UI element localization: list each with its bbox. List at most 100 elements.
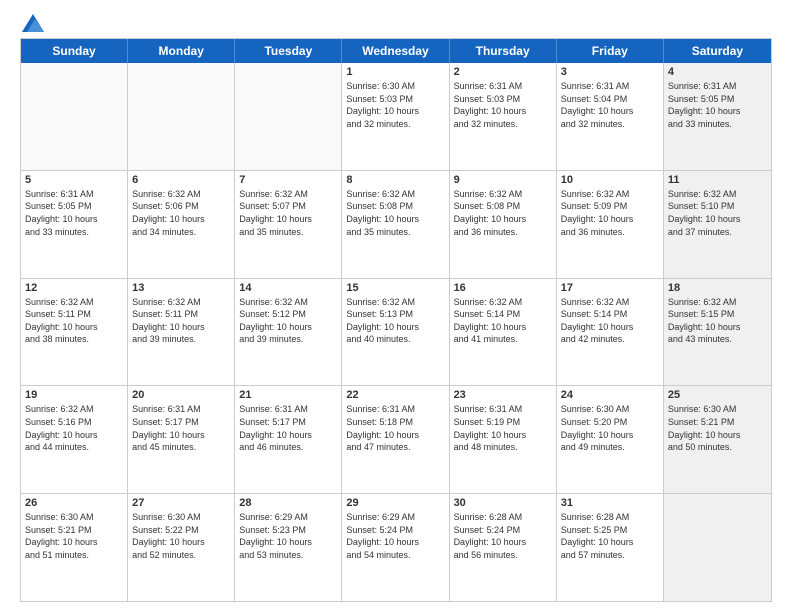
day-number: 7 <box>239 174 337 186</box>
day-header-monday: Monday <box>128 39 235 63</box>
day-number: 11 <box>668 174 767 186</box>
day-cell <box>21 63 128 170</box>
day-cell: 4Sunrise: 6:31 AM Sunset: 5:05 PM Daylig… <box>664 63 771 170</box>
day-number: 18 <box>668 282 767 294</box>
day-info: Sunrise: 6:30 AM Sunset: 5:21 PM Dayligh… <box>668 403 767 453</box>
day-info: Sunrise: 6:31 AM Sunset: 5:19 PM Dayligh… <box>454 403 552 453</box>
day-number: 22 <box>346 389 444 401</box>
day-header-thursday: Thursday <box>450 39 557 63</box>
day-number: 17 <box>561 282 659 294</box>
day-number: 9 <box>454 174 552 186</box>
day-info: Sunrise: 6:32 AM Sunset: 5:09 PM Dayligh… <box>561 188 659 238</box>
day-header-wednesday: Wednesday <box>342 39 449 63</box>
week-row-4: 19 Sunrise: 6:32 AM Sunset: 5:16 PM Dayli… <box>21 386 771 494</box>
day-cell: 25 Sunrise: 6:30 AM Sunset: 5:21 PM Dayli… <box>664 386 771 493</box>
day-number: 25 <box>668 389 767 401</box>
day-info: Sunrise: 6:32 AM Sunset: 5:11 PM Dayligh… <box>132 296 230 346</box>
day-info: Sunrise: 6:28 AM Sunset: 5:25 PM Dayligh… <box>561 511 659 561</box>
day-cell: 10Sunrise: 6:32 AM Sunset: 5:09 PM Dayli… <box>557 171 664 278</box>
day-info: Sunrise: 6:32 AM Sunset: 5:07 PM Dayligh… <box>239 188 337 238</box>
day-cell: 7 Sunrise: 6:32 AM Sunset: 5:07 PM Daylig… <box>235 171 342 278</box>
day-number: 27 <box>132 497 230 509</box>
day-number: 3 <box>561 66 659 78</box>
day-number: 14 <box>239 282 337 294</box>
day-cell: 13 Sunrise: 6:32 AM Sunset: 5:11 PM Dayli… <box>128 279 235 386</box>
day-info: Sunrise: 6:32 AM Sunset: 5:11 PM Dayligh… <box>25 296 123 346</box>
day-number: 16 <box>454 282 552 294</box>
day-cell: 23 Sunrise: 6:31 AM Sunset: 5:19 PM Dayli… <box>450 386 557 493</box>
day-number: 21 <box>239 389 337 401</box>
week-row-1: 1Sunrise: 6:30 AM Sunset: 5:03 PM Daylig… <box>21 63 771 171</box>
day-cell: 19 Sunrise: 6:32 AM Sunset: 5:16 PM Dayli… <box>21 386 128 493</box>
week-row-2: 5 Sunrise: 6:31 AM Sunset: 5:05 PM Daylig… <box>21 171 771 279</box>
day-cell: 22Sunrise: 6:31 AM Sunset: 5:18 PM Dayli… <box>342 386 449 493</box>
day-info: Sunrise: 6:32 AM Sunset: 5:14 PM Dayligh… <box>454 296 552 346</box>
day-cell: 1Sunrise: 6:30 AM Sunset: 5:03 PM Daylig… <box>342 63 449 170</box>
day-number: 26 <box>25 497 123 509</box>
day-info: Sunrise: 6:32 AM Sunset: 5:08 PM Dayligh… <box>454 188 552 238</box>
day-number: 15 <box>346 282 444 294</box>
logo-icon <box>22 14 44 32</box>
day-cell <box>235 63 342 170</box>
day-cell: 26 Sunrise: 6:30 AM Sunset: 5:21 PM Dayli… <box>21 494 128 601</box>
day-header-saturday: Saturday <box>664 39 771 63</box>
week-row-5: 26 Sunrise: 6:30 AM Sunset: 5:21 PM Dayli… <box>21 494 771 601</box>
page-container: SundayMondayTuesdayWednesdayThursdayFrid… <box>0 0 792 612</box>
day-cell: 14Sunrise: 6:32 AM Sunset: 5:12 PM Dayli… <box>235 279 342 386</box>
day-cell: 5 Sunrise: 6:31 AM Sunset: 5:05 PM Daylig… <box>21 171 128 278</box>
day-cell: 29 Sunrise: 6:29 AM Sunset: 5:24 PM Dayli… <box>342 494 449 601</box>
day-cell: 11Sunrise: 6:32 AM Sunset: 5:10 PM Dayli… <box>664 171 771 278</box>
day-number: 29 <box>346 497 444 509</box>
day-number: 8 <box>346 174 444 186</box>
day-cell: 16 Sunrise: 6:32 AM Sunset: 5:14 PM Dayli… <box>450 279 557 386</box>
day-cell <box>128 63 235 170</box>
day-cell: 31 Sunrise: 6:28 AM Sunset: 5:25 PM Dayli… <box>557 494 664 601</box>
day-number: 19 <box>25 389 123 401</box>
day-cell: 9 Sunrise: 6:32 AM Sunset: 5:08 PM Daylig… <box>450 171 557 278</box>
day-cell: 20 Sunrise: 6:31 AM Sunset: 5:17 PM Dayli… <box>128 386 235 493</box>
day-info: Sunrise: 6:29 AM Sunset: 5:23 PM Dayligh… <box>239 511 337 561</box>
day-header-friday: Friday <box>557 39 664 63</box>
day-cell: 17 Sunrise: 6:32 AM Sunset: 5:14 PM Dayli… <box>557 279 664 386</box>
day-info: Sunrise: 6:32 AM Sunset: 5:15 PM Dayligh… <box>668 296 767 346</box>
weeks-container: 1Sunrise: 6:30 AM Sunset: 5:03 PM Daylig… <box>21 63 771 601</box>
day-info: Sunrise: 6:30 AM Sunset: 5:21 PM Dayligh… <box>25 511 123 561</box>
day-info: Sunrise: 6:32 AM Sunset: 5:16 PM Dayligh… <box>25 403 123 453</box>
day-number: 12 <box>25 282 123 294</box>
day-info: Sunrise: 6:31 AM Sunset: 5:17 PM Dayligh… <box>239 403 337 453</box>
day-number: 1 <box>346 66 444 78</box>
day-info: Sunrise: 6:30 AM Sunset: 5:20 PM Dayligh… <box>561 403 659 453</box>
day-cell: 3Sunrise: 6:31 AM Sunset: 5:04 PM Daylig… <box>557 63 664 170</box>
day-cell: 28 Sunrise: 6:29 AM Sunset: 5:23 PM Dayli… <box>235 494 342 601</box>
day-number: 31 <box>561 497 659 509</box>
day-info: Sunrise: 6:29 AM Sunset: 5:24 PM Dayligh… <box>346 511 444 561</box>
day-info: Sunrise: 6:31 AM Sunset: 5:17 PM Dayligh… <box>132 403 230 453</box>
calendar: SundayMondayTuesdayWednesdayThursdayFrid… <box>20 38 772 602</box>
day-header-sunday: Sunday <box>21 39 128 63</box>
day-number: 13 <box>132 282 230 294</box>
day-cell: 18 Sunrise: 6:32 AM Sunset: 5:15 PM Dayli… <box>664 279 771 386</box>
day-number: 6 <box>132 174 230 186</box>
day-headers-row: SundayMondayTuesdayWednesdayThursdayFrid… <box>21 39 771 63</box>
day-cell: 30Sunrise: 6:28 AM Sunset: 5:24 PM Dayli… <box>450 494 557 601</box>
day-number: 23 <box>454 389 552 401</box>
day-info: Sunrise: 6:31 AM Sunset: 5:03 PM Dayligh… <box>454 80 552 130</box>
day-info: Sunrise: 6:31 AM Sunset: 5:05 PM Dayligh… <box>668 80 767 130</box>
day-number: 28 <box>239 497 337 509</box>
day-info: Sunrise: 6:32 AM Sunset: 5:14 PM Dayligh… <box>561 296 659 346</box>
day-info: Sunrise: 6:30 AM Sunset: 5:22 PM Dayligh… <box>132 511 230 561</box>
day-number: 5 <box>25 174 123 186</box>
day-cell <box>664 494 771 601</box>
day-number: 24 <box>561 389 659 401</box>
logo <box>20 16 44 30</box>
day-info: Sunrise: 6:32 AM Sunset: 5:13 PM Dayligh… <box>346 296 444 346</box>
day-info: Sunrise: 6:32 AM Sunset: 5:08 PM Dayligh… <box>346 188 444 238</box>
day-cell: 2Sunrise: 6:31 AM Sunset: 5:03 PM Daylig… <box>450 63 557 170</box>
day-cell: 15 Sunrise: 6:32 AM Sunset: 5:13 PM Dayli… <box>342 279 449 386</box>
day-cell: 6Sunrise: 6:32 AM Sunset: 5:06 PM Daylig… <box>128 171 235 278</box>
day-info: Sunrise: 6:31 AM Sunset: 5:05 PM Dayligh… <box>25 188 123 238</box>
page-header <box>20 16 772 30</box>
day-cell: 24 Sunrise: 6:30 AM Sunset: 5:20 PM Dayli… <box>557 386 664 493</box>
day-number: 30 <box>454 497 552 509</box>
day-number: 20 <box>132 389 230 401</box>
